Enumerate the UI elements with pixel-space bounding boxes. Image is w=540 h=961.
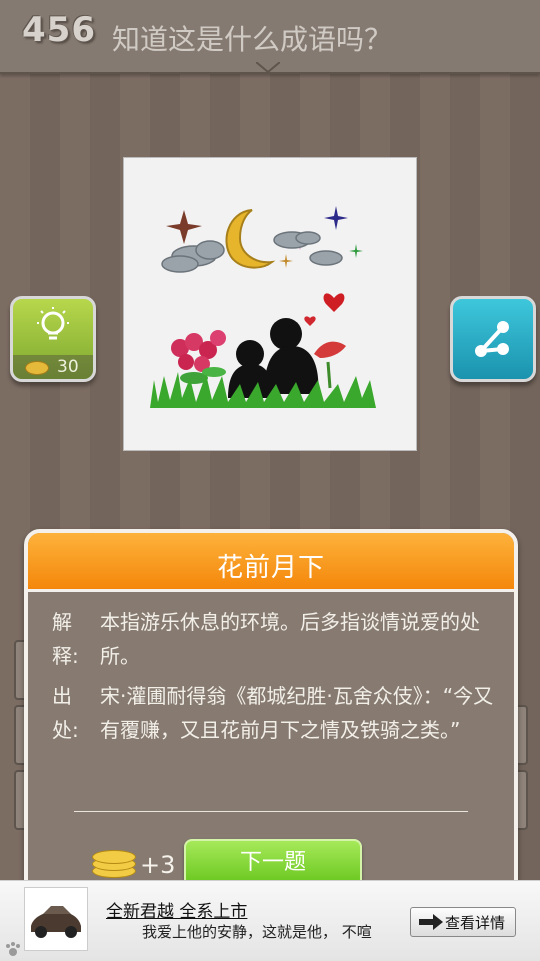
ad-banner[interactable]: 全新君越 全系上市 我爱上他的安静，这就是他， 不喧 查看详情: [0, 880, 540, 961]
couple-silhouette: [228, 318, 319, 398]
puzzle-image: [124, 158, 416, 450]
coin-icon: [25, 361, 49, 375]
moon-icon: [225, 209, 276, 269]
meaning-label: 解释:: [52, 610, 79, 668]
reward-amount: +3: [140, 851, 176, 879]
meaning-text: 本指游乐休息的环境。后多指谈情说爱的处所。: [100, 610, 480, 668]
share-icon: [475, 321, 509, 357]
hint-cost: 30: [13, 355, 93, 379]
paw-icon: [6, 942, 20, 956]
ad-subtitle: 我爱上他的安静，这就是他， 不喧: [142, 923, 372, 941]
hint-cost-value: 30: [57, 357, 79, 377]
hint-button[interactable]: 30: [10, 296, 96, 382]
coins-icon: [92, 850, 136, 878]
answer-dialog: 花前月下 解释: 本指游乐休息的环境。后多指谈情说爱的处所。 出处: 宋·灌圃耐…: [24, 529, 518, 897]
heart-icon-small: [304, 316, 316, 326]
lightbulb-icon: [37, 307, 69, 340]
ad-title[interactable]: 全新君越 全系上市: [106, 897, 247, 922]
question-text: 知道这是什么成语吗？: [112, 23, 393, 56]
source-text: 宋·灌圃耐得翁《都城纪胜·瓦舍众伎》：“今又有覆赚，又且花前月下之情及铁骑之类。…: [100, 684, 494, 742]
divider: [74, 811, 468, 812]
level-number: 456: [22, 10, 96, 50]
heart-icon: [323, 293, 345, 312]
source-label: 出处:: [52, 684, 79, 742]
answer-header: 花前月下: [28, 533, 514, 592]
answer-title: 花前月下: [216, 553, 325, 583]
share-button[interactable]: [450, 296, 536, 382]
ad-details-label: 查看详情: [445, 914, 506, 932]
top-bar-notch: [256, 62, 280, 74]
ad-details-button[interactable]: 查看详情: [410, 907, 516, 937]
arrow-right-icon: [419, 914, 443, 930]
ad-car-image: [24, 887, 88, 951]
